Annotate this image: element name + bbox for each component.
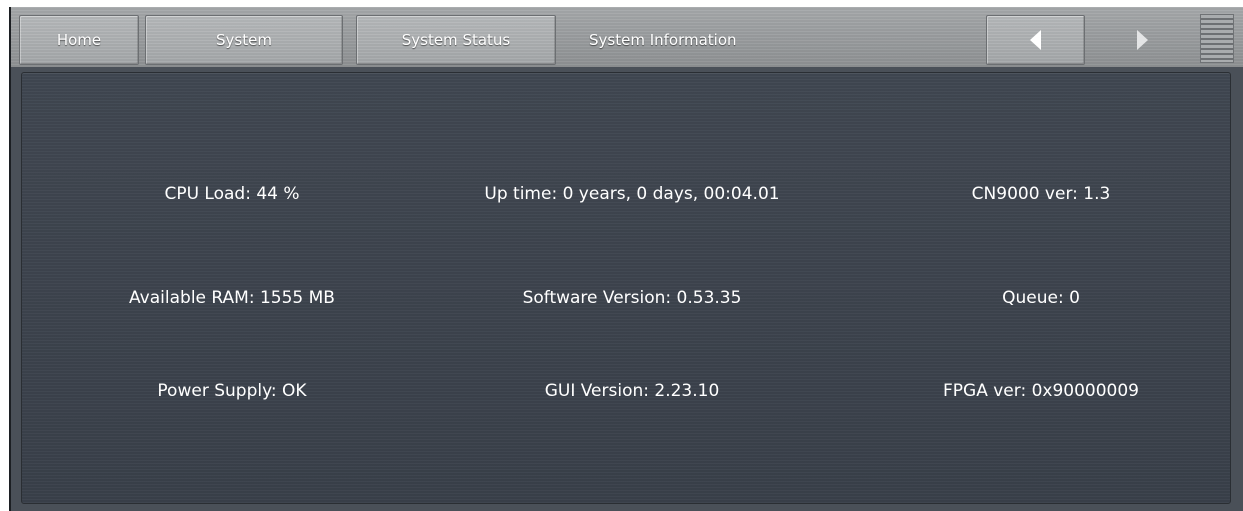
cpu-load-text: CPU Load: 44 % [164,184,300,204]
power-supply-text: Power Supply: OK [157,381,307,401]
system-information-panel: CPU Load: 44 % Up time: 0 years, 0 days,… [21,72,1231,504]
gui-version-text: GUI Version: 2.23.10 [544,381,720,401]
back-button[interactable] [986,15,1085,65]
cn9000-version-text: CN9000 ver: 1.3 [971,184,1111,204]
queue-text: Queue: 0 [1002,288,1080,308]
triangle-left-icon [1030,30,1041,50]
up-time-text: Up time: 0 years, 0 days, 00:04.01 [484,184,780,204]
software-version-text: Software Version: 0.53.35 [522,288,742,308]
system-status-button-label: System Status [401,31,511,49]
system-button[interactable]: System [145,15,343,65]
triangle-right-icon[interactable] [1137,30,1148,50]
current-page-title: System Information [589,31,737,49]
system-button-label: System [216,31,272,49]
top-navigation-bar: Home System System Status System Informa… [11,7,1243,67]
home-button[interactable]: Home [19,15,139,65]
breadcrumb-current-page: System Information [589,15,737,65]
hamburger-menu-icon[interactable] [1200,14,1234,63]
app-window: Home System System Status System Informa… [9,7,1243,511]
home-button-label: Home [56,31,102,49]
system-status-button[interactable]: System Status [356,15,556,65]
fpga-version-text: FPGA ver: 0x90000009 [943,381,1139,401]
available-ram-text: Available RAM: 1555 MB [129,288,335,308]
